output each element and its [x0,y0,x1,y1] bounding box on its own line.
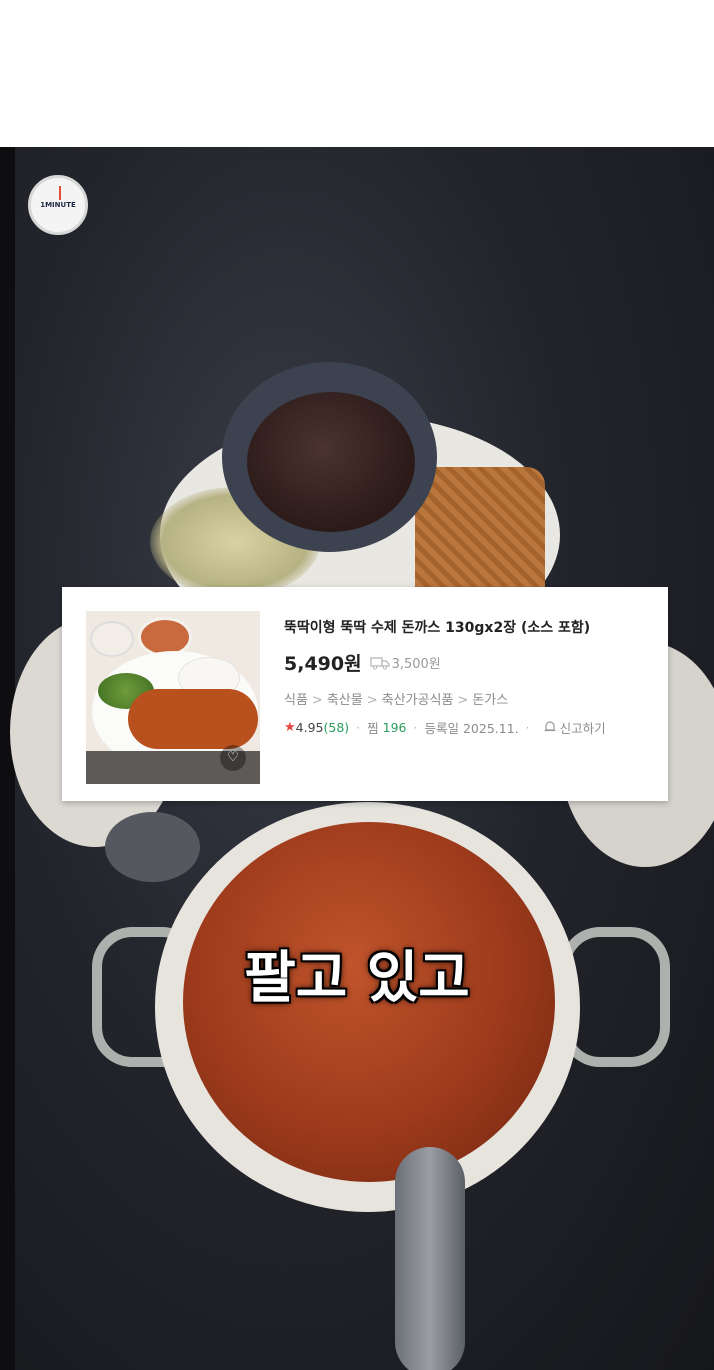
category-item[interactable]: 축산물 [327,693,363,708]
spoon [105,812,200,882]
alarm-clock-icon [59,186,61,200]
registered-date: 등록일 2025.11. [424,721,519,736]
category-breadcrumb: 식품 > 축산물 > 축산가공식품 > 돈가스 [284,693,509,708]
subtitle-caption: 팔고 있고 [244,946,470,1011]
wishlist-label: 찜 [367,721,379,736]
review-count[interactable]: (58) [324,720,350,735]
product-meta: ★ 4.95 (58) · 찜 196 · 등록일 2025.11. · 신고하… [284,718,606,737]
channel-logo: 1MINUTE [28,175,88,235]
star-icon: ★ [284,720,296,735]
truck-icon [369,656,390,670]
product-title[interactable]: 뚝딱이형 뚝딱 수제 돈까스 130gx2장 (소스 포함) [284,617,590,637]
wishlist-count: 196 [382,720,407,735]
heart-icon[interactable]: ♡ [220,745,246,771]
category-item[interactable]: 돈가스 [472,693,508,708]
product-price: 5,490원 [284,653,362,675]
product-thumbnail[interactable]: ♡ [86,611,260,784]
price-row: 5,490원 3,500원 [284,649,441,676]
report-link[interactable]: 신고하기 [560,718,606,737]
ladle [395,1147,465,1370]
logo-text: 1MINUTE [40,201,76,209]
shipping-fee: 3,500원 [391,657,441,672]
bell-icon[interactable] [543,719,557,736]
breadcrumb-separator: > [311,693,323,708]
sauce [247,392,415,532]
category-item[interactable]: 축산가공식품 [382,693,454,708]
product-card[interactable]: ♡ 뚝딱이형 뚝딱 수제 돈까스 130gx2장 (소스 포함) 5,490원 … [62,587,668,801]
rating-value: 4.95 [295,720,324,735]
category-item[interactable]: 식품 [284,693,308,708]
